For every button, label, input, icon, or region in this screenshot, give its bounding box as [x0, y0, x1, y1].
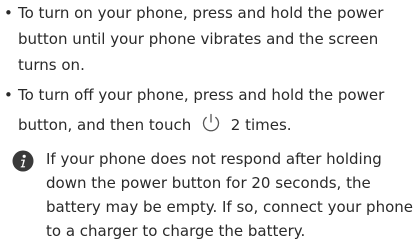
note-text-line: If your phone does not respond after hol…	[46, 150, 382, 168]
bullet-text-line: To turn off your phone, press and hold t…	[18, 86, 385, 104]
bullet-text-line-with-icon: button, and then touch 2 times.	[18, 112, 292, 142]
bullet-marker: •	[4, 4, 13, 22]
power-icon	[200, 112, 222, 142]
note-text-line: to a charger to charge the battery.	[46, 222, 306, 240]
note-text-line: down the power button for 20 seconds, th…	[46, 174, 371, 192]
info-icon	[12, 150, 34, 172]
document-page: • To turn on your phone, press and hold …	[0, 0, 418, 244]
bullet-marker: •	[4, 86, 13, 104]
note-text-line: battery may be empty. If so, connect you…	[46, 198, 414, 216]
bullet-text-line: To turn on your phone, press and hold th…	[18, 4, 384, 22]
bullet-text-after-icon: 2 times.	[230, 116, 292, 134]
bullet-text-before-icon: button, and then touch	[18, 116, 192, 134]
bullet-text-line: button until your phone vibrates and the…	[18, 30, 379, 48]
bullet-text-line: turns on.	[18, 56, 85, 74]
